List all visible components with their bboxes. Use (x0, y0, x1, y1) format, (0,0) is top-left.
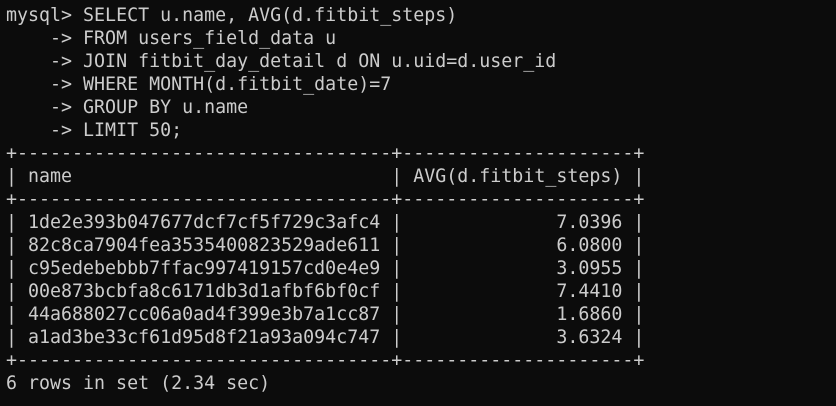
table-border: +----------------------------------+----… (6, 143, 645, 164)
terminal-window[interactable]: mysql> SELECT u.name, AVG(d.fitbit_steps… (0, 0, 836, 406)
table-row: | 44a688027cc06a0ad4f399e3b7a1cc87 | 1.6… (6, 304, 645, 325)
table-border: +----------------------------------+----… (6, 350, 645, 371)
query-line-1: mysql> SELECT u.name, AVG(d.fitbit_steps… (6, 4, 836, 27)
table-row: | a1ad3be33cf61d95d8f21a93a094c747 | 3.6… (6, 327, 645, 348)
query-line-4: -> WHERE MONTH(d.fitbit_date)=7 (6, 73, 836, 96)
cell-avg-steps: 7.0396 (413, 212, 623, 233)
column-header: name (28, 166, 381, 187)
status-line: 6 rows in set (2.34 sec) (6, 373, 271, 394)
cell-avg-steps: 3.6324 (413, 327, 623, 348)
cell-name: 00e873bcbfa8c6171db3d1afbf6bf0cf (28, 281, 381, 302)
query-text: JOIN fitbit_day_detail d ON u.uid=d.user… (83, 51, 557, 72)
table-row: | 82c8ca7904fea3535400823529ade611 | 6.0… (6, 235, 645, 256)
query-text: SELECT u.name, AVG(d.fitbit_steps) (83, 5, 458, 26)
query-text: FROM users_field_data u (83, 28, 337, 49)
query-text: WHERE MONTH(d.fitbit_date)=7 (83, 74, 392, 95)
cell-avg-steps: 6.0800 (413, 235, 623, 256)
cell-avg-steps: 7.4410 (413, 281, 623, 302)
query-text: GROUP BY u.name (83, 97, 249, 118)
cell-name: 1de2e393b047677dcf7cf5f729c3afc4 (28, 212, 381, 233)
continuation-prompt: -> (6, 51, 84, 72)
table-row: | c95edebebbb7ffac997419157cd0e4e9 | 3.0… (6, 258, 645, 279)
cell-name: 82c8ca7904fea3535400823529ade611 (28, 235, 381, 256)
table-border: +----------------------------------+----… (6, 189, 645, 210)
table-row: | 1de2e393b047677dcf7cf5f729c3afc4 | 7.0… (6, 212, 645, 233)
continuation-prompt: -> (6, 74, 84, 95)
query-line-6: -> LIMIT 50; (6, 119, 836, 142)
query-line-3: -> JOIN fitbit_day_detail d ON u.uid=d.u… (6, 50, 836, 73)
table-row: | 00e873bcbfa8c6171db3d1afbf6bf0cf | 7.4… (6, 281, 645, 302)
continuation-prompt: -> (6, 28, 84, 49)
query-line-5: -> GROUP BY u.name (6, 96, 836, 119)
result-table: +----------------------------------+----… (6, 142, 836, 372)
column-header: AVG(d.fitbit_steps) (413, 166, 623, 187)
cell-name: a1ad3be33cf61d95d8f21a93a094c747 (28, 327, 381, 348)
mysql-prompt: mysql> (6, 5, 84, 26)
query-text: LIMIT 50; (83, 120, 183, 141)
cell-avg-steps: 1.6860 (413, 304, 623, 325)
query-line-2: -> FROM users_field_data u (6, 27, 836, 50)
continuation-prompt: -> (6, 120, 84, 141)
cell-name: c95edebebbb7ffac997419157cd0e4e9 (28, 258, 381, 279)
cell-avg-steps: 3.0955 (413, 258, 623, 279)
continuation-prompt: -> (6, 97, 84, 118)
table-header-row: | name | AVG(d.fitbit_steps) | (6, 166, 645, 187)
cell-name: 44a688027cc06a0ad4f399e3b7a1cc87 (28, 304, 381, 325)
